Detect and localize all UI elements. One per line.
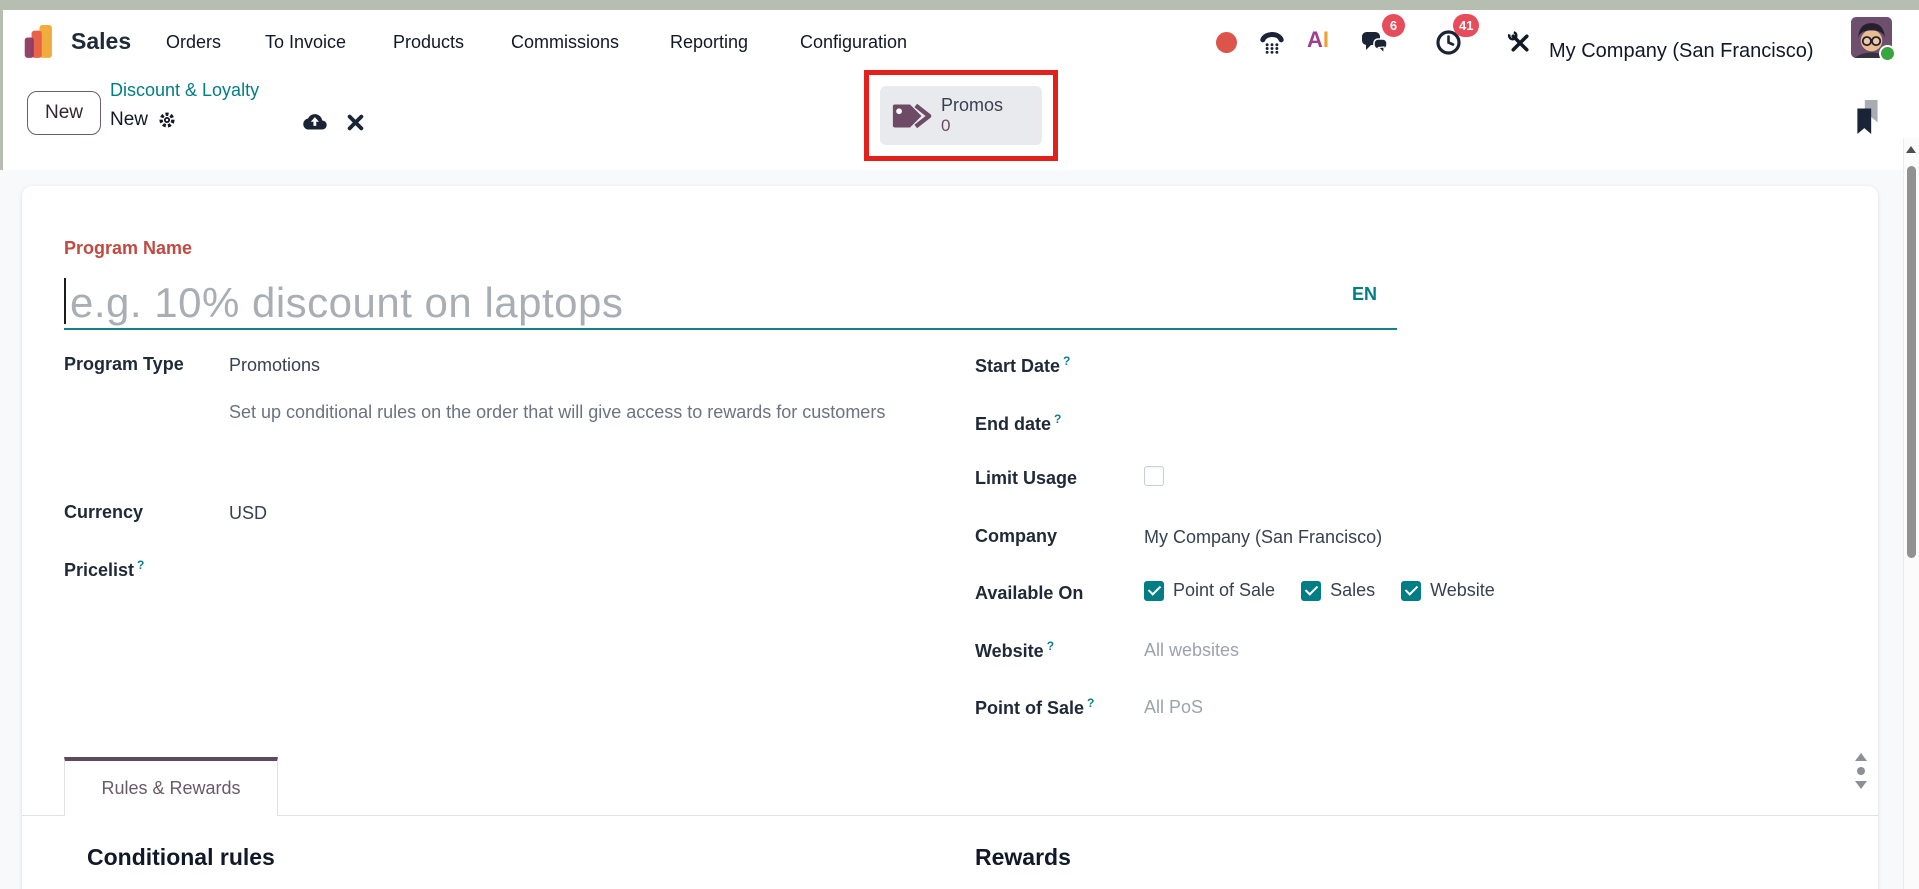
sales-label: Sales <box>1330 580 1376 600</box>
company-label: Company <box>975 526 1058 546</box>
app-name[interactable]: Sales <box>71 28 131 55</box>
language-badge[interactable]: EN <box>1352 284 1377 305</box>
list-pager-widget <box>1855 753 1867 789</box>
program-name-input[interactable]: e.g. 10% discount on laptops <box>64 266 1397 330</box>
available-on-label: Available On <box>975 583 1084 603</box>
top-navbar: Sales Orders To Invoice Products Commiss… <box>3 10 1919 75</box>
option-website: Website <box>1401 580 1495 601</box>
program-name-label: Program Name <box>64 238 193 258</box>
debug-tools-icon[interactable] <box>1507 30 1532 60</box>
actions-gear-icon[interactable] <box>158 111 176 129</box>
start-date-help-icon[interactable]: ? <box>1063 354 1070 368</box>
sales-checkbox[interactable] <box>1301 580 1322 601</box>
page-body: Program Name e.g. 10% discount on laptop… <box>0 170 1919 889</box>
window-chrome-strip <box>0 0 1919 10</box>
program-type-select[interactable]: Promotions <box>229 355 320 376</box>
limit-usage-checkbox[interactable] <box>1144 466 1164 486</box>
website-field-label: Website? <box>975 639 1055 661</box>
nav-to-invoice[interactable]: To Invoice <box>265 32 346 53</box>
record-dot-icon[interactable] <box>1216 32 1237 53</box>
company-switcher[interactable]: My Company (San Francisco) <box>1549 40 1814 63</box>
website-help-icon[interactable]: ? <box>1047 639 1054 653</box>
voip-phone-icon[interactable] <box>1259 29 1285 60</box>
company-value[interactable]: My Company (San Francisco) <box>1144 527 1382 548</box>
user-avatar[interactable] <box>1851 17 1896 62</box>
annotation-highlight: Promos 0 <box>864 70 1058 161</box>
loyalty-program-form: Program Name e.g. 10% discount on laptop… <box>22 186 1878 889</box>
online-status-dot <box>1879 45 1896 62</box>
discard-x-icon[interactable] <box>347 114 364 136</box>
pos-help-icon[interactable]: ? <box>1087 696 1094 710</box>
scrollbar-up-arrow[interactable] <box>1906 146 1916 153</box>
option-sales: Sales <box>1301 580 1375 601</box>
tab-divider <box>22 815 1878 816</box>
pager-dot-icon[interactable] <box>1857 767 1865 775</box>
nav-products[interactable]: Products <box>393 32 464 53</box>
tab-rules-rewards[interactable]: Rules & Rewards <box>64 757 278 816</box>
option-point-of-sale: Point of Sale <box>1144 580 1275 601</box>
promos-button-label: Promos <box>941 95 1004 116</box>
ai-icon[interactable]: AI <box>1307 27 1329 53</box>
nav-configuration[interactable]: Configuration <box>800 32 907 53</box>
pager-down-icon[interactable] <box>1855 781 1867 789</box>
nav-commissions[interactable]: Commissions <box>511 32 619 53</box>
sales-app-logo-icon[interactable] <box>24 25 64 64</box>
promos-smart-button[interactable]: Promos 0 <box>880 86 1042 145</box>
start-date-label: Start Date? <box>975 354 1071 376</box>
available-on-options: Point of Sale Sales Website <box>1144 580 1509 601</box>
promos-button-count: 0 <box>941 116 951 136</box>
nav-reporting[interactable]: Reporting <box>670 32 748 53</box>
messages-badge[interactable]: 6 <box>1382 14 1405 37</box>
nav-orders[interactable]: Orders <box>166 32 221 53</box>
end-date-help-icon[interactable]: ? <box>1054 412 1061 426</box>
program-type-help: Set up conditional rules on the order th… <box>229 402 886 422</box>
breadcrumb-parent-link[interactable]: Discount & Loyalty <box>110 80 259 101</box>
conditional-rules-heading: Conditional rules <box>87 844 275 870</box>
website-label: Website <box>1430 580 1495 600</box>
limit-usage-label: Limit Usage <box>975 468 1078 488</box>
point-of-sale-checkbox[interactable] <box>1144 580 1164 601</box>
program-type-label: Program Type <box>64 354 184 374</box>
pricelist-label: Pricelist? <box>64 558 145 580</box>
odoo-sales-screen: Sales Orders To Invoice Products Commiss… <box>0 0 1919 889</box>
messages-icon[interactable] <box>1361 30 1389 61</box>
pos-input[interactable]: All PoS <box>1144 697 1203 718</box>
promotion-tags-icon <box>890 98 932 134</box>
pricelist-help-icon[interactable]: ? <box>137 558 144 572</box>
end-date-label: End date? <box>975 412 1062 434</box>
text-cursor <box>64 278 66 324</box>
pos-field-label: Point of Sale? <box>975 696 1095 718</box>
scrollbar-thumb[interactable] <box>1907 166 1916 558</box>
vertical-scrollbar[interactable] <box>1903 138 1919 889</box>
currency-value[interactable]: USD <box>229 503 267 524</box>
activities-badge[interactable]: 41 <box>1453 14 1480 37</box>
website-checkbox[interactable] <box>1401 580 1422 601</box>
website-input[interactable]: All websites <box>1144 640 1239 661</box>
breadcrumb: New <box>110 109 176 131</box>
favorites-bookmark-icon[interactable] <box>1853 100 1883 139</box>
breadcrumb-current: New <box>110 109 149 130</box>
currency-label: Currency <box>64 502 144 522</box>
point-of-sale-label: Point of Sale <box>1173 580 1276 600</box>
save-cloud-icon[interactable] <box>300 111 328 138</box>
pager-up-icon[interactable] <box>1855 753 1867 761</box>
program-name-placeholder: e.g. 10% discount on laptops <box>70 278 624 326</box>
new-button[interactable]: New <box>27 91 102 135</box>
rewards-heading: Rewards <box>975 844 1071 870</box>
